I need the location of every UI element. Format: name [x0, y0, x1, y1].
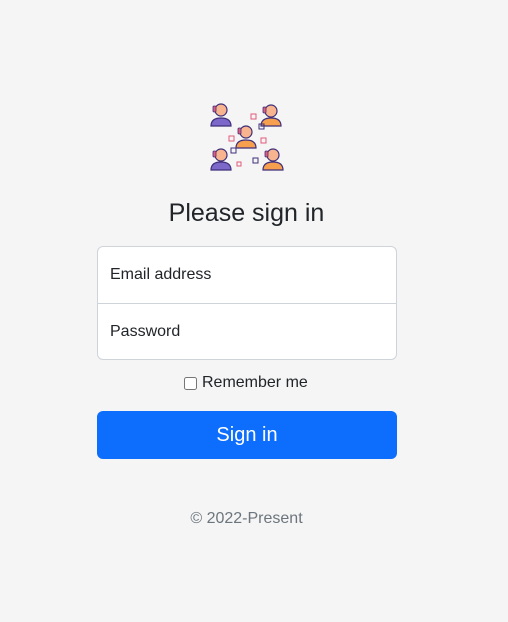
remember-me[interactable]: Remember me [184, 373, 308, 393]
team-network-icon [210, 103, 284, 171]
remember-me-label: Remember me [202, 374, 308, 391]
remember-me-checkbox[interactable] [184, 376, 197, 390]
credentials-group [97, 246, 397, 360]
copyright-footer: © 2022-Present [190, 510, 303, 527]
sign-in-page: Please sign in Remember me Sign in © 202… [0, 0, 508, 622]
sign-in-button[interactable]: Sign in [97, 411, 397, 459]
password-field[interactable] [98, 304, 396, 359]
email-field[interactable] [98, 247, 396, 303]
page-title: Please sign in [168, 199, 325, 227]
